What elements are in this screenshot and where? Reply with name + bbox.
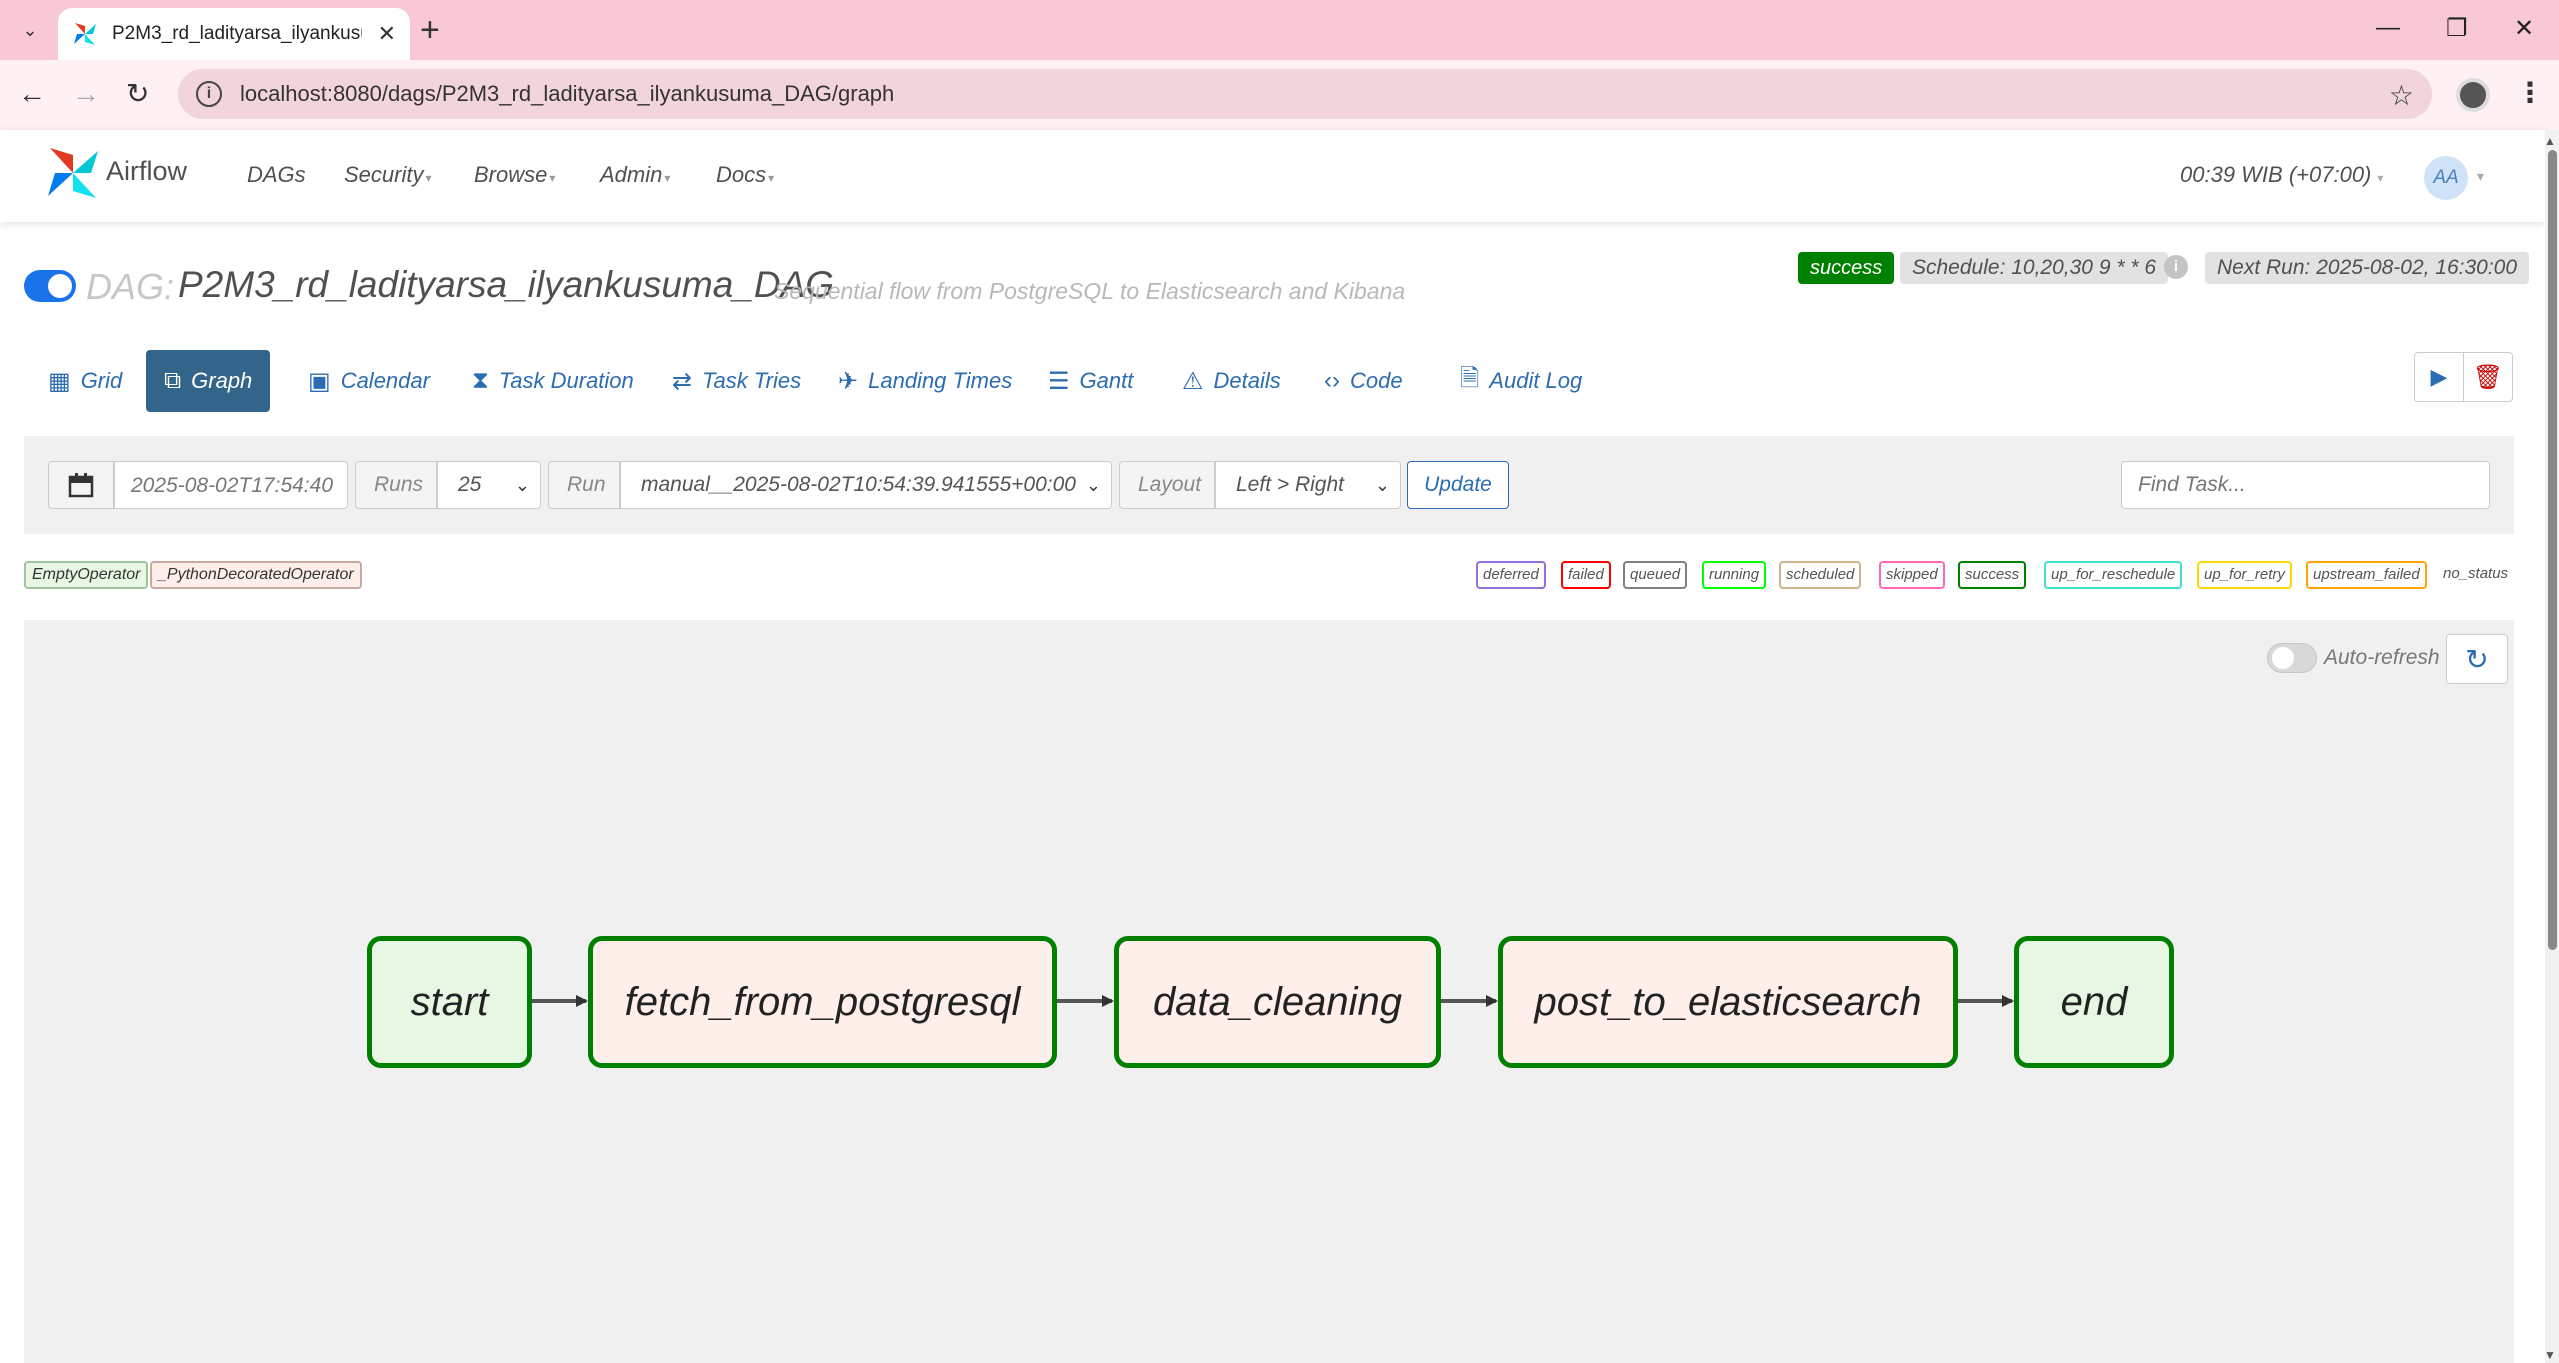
task-node-label: data_cleaning — [1152, 979, 1403, 1024]
task-node-start[interactable]: start — [367, 936, 532, 1068]
task-node-label: end — [2060, 979, 2128, 1024]
task-node-end[interactable]: end — [2014, 936, 2174, 1068]
task-node-post-to-elasticsearch[interactable]: post_to_elasticsearch — [1498, 936, 1958, 1068]
scroll-up-icon[interactable]: ▲ — [2544, 134, 2556, 148]
task-node-label: post_to_elasticsearch — [1534, 979, 1922, 1024]
task-node-fetch-from-postgresql[interactable]: fetch_from_postgresql — [588, 936, 1057, 1068]
scroll-down-icon[interactable]: ▼ — [2544, 1348, 2556, 1362]
task-node-data-cleaning[interactable]: data_cleaning — [1114, 936, 1441, 1068]
page-scrollbar-thumb[interactable] — [2548, 150, 2557, 950]
task-node-label: fetch_from_postgresql — [624, 979, 1021, 1024]
graph-edges — [532, 995, 2014, 1007]
task-node-label: start — [410, 979, 489, 1024]
